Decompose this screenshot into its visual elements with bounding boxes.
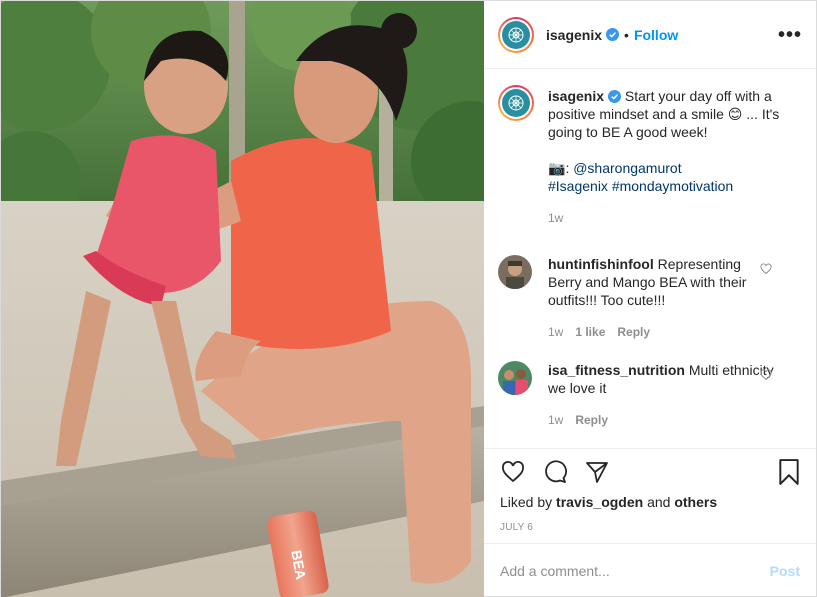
commenter-avatar-image: [498, 361, 532, 395]
comment-meta: 1w 1 like Reply: [548, 323, 774, 341]
post-button[interactable]: Post: [770, 563, 800, 579]
comment-time: 1w: [548, 325, 564, 339]
likes-prefix: Liked by: [500, 494, 553, 510]
follow-button[interactable]: Follow: [634, 27, 678, 43]
bookmark-icon[interactable]: [778, 458, 800, 485]
mention-link[interactable]: @sharongamurot: [573, 160, 681, 176]
comment-time: 1w: [548, 413, 564, 427]
comments-list: isagenix Start your day off with a posit…: [484, 69, 816, 448]
hashtag-links[interactable]: #Isagenix #mondaymotivation: [548, 177, 792, 195]
more-icon[interactable]: •••: [778, 25, 802, 45]
instagram-post: BEA isagenix • Follow ••• isagenix Start…: [0, 0, 817, 597]
comment-username[interactable]: isa_fitness_nutrition: [548, 362, 685, 378]
author-username[interactable]: isagenix: [546, 27, 602, 43]
camera-emoji: 📷: [548, 160, 566, 176]
reply-button[interactable]: Reply: [575, 411, 608, 429]
post-photo[interactable]: BEA: [1, 1, 484, 597]
comment-input[interactable]: [500, 563, 770, 579]
comment-likes[interactable]: 1 like: [575, 323, 605, 341]
commenter-avatar-image: [498, 255, 532, 289]
post-header: isagenix • Follow •••: [484, 1, 816, 69]
caption-meta: 1w: [548, 209, 792, 227]
brand-logo-icon: [508, 27, 524, 42]
commenter-avatar[interactable]: [498, 361, 532, 395]
caption-colon: :: [565, 160, 570, 176]
comment-meta: 1w Reply: [548, 411, 774, 429]
comment-icon[interactable]: [542, 459, 568, 484]
post-date[interactable]: JULY 6: [484, 510, 816, 543]
comment-row: huntinfishinfool Representing Berry and …: [498, 255, 800, 341]
caption-username[interactable]: isagenix: [548, 88, 604, 104]
heart-icon[interactable]: [500, 460, 526, 484]
brand-logo-icon: [508, 95, 524, 111]
reply-button[interactable]: Reply: [617, 323, 650, 341]
photo-illustration: BEA: [1, 1, 484, 597]
post-side-panel: isagenix • Follow ••• isagenix Start you…: [484, 1, 816, 597]
commenter-avatar[interactable]: [498, 255, 532, 289]
comment-heart-icon[interactable]: [760, 369, 772, 381]
share-icon[interactable]: [584, 460, 610, 484]
verified-icon: [606, 28, 620, 41]
comment-heart-icon[interactable]: [760, 263, 772, 275]
likes-summary: Liked by travis_ogden and others: [484, 494, 816, 510]
caption-row: isagenix Start your day off with a posit…: [498, 85, 800, 227]
caption-body: isagenix Start your day off with a posit…: [548, 85, 800, 227]
likes-middle: and: [647, 494, 671, 510]
smile-emoji: 😊: [727, 106, 743, 122]
action-bar: [484, 448, 816, 494]
liked-by-user[interactable]: travis_ogden: [556, 494, 643, 510]
caption-avatar[interactable]: [498, 85, 534, 121]
add-comment-bar: Post: [484, 543, 816, 597]
comment-username[interactable]: huntinfishinfool: [548, 256, 654, 272]
comment-row: isa_fitness_nutrition Multi ethnicity we…: [498, 361, 800, 429]
author-avatar[interactable]: [498, 16, 534, 53]
caption-time: 1w: [548, 211, 564, 225]
verified-icon: [608, 90, 622, 103]
separator-dot: •: [624, 26, 629, 43]
likes-others[interactable]: others: [674, 494, 717, 510]
